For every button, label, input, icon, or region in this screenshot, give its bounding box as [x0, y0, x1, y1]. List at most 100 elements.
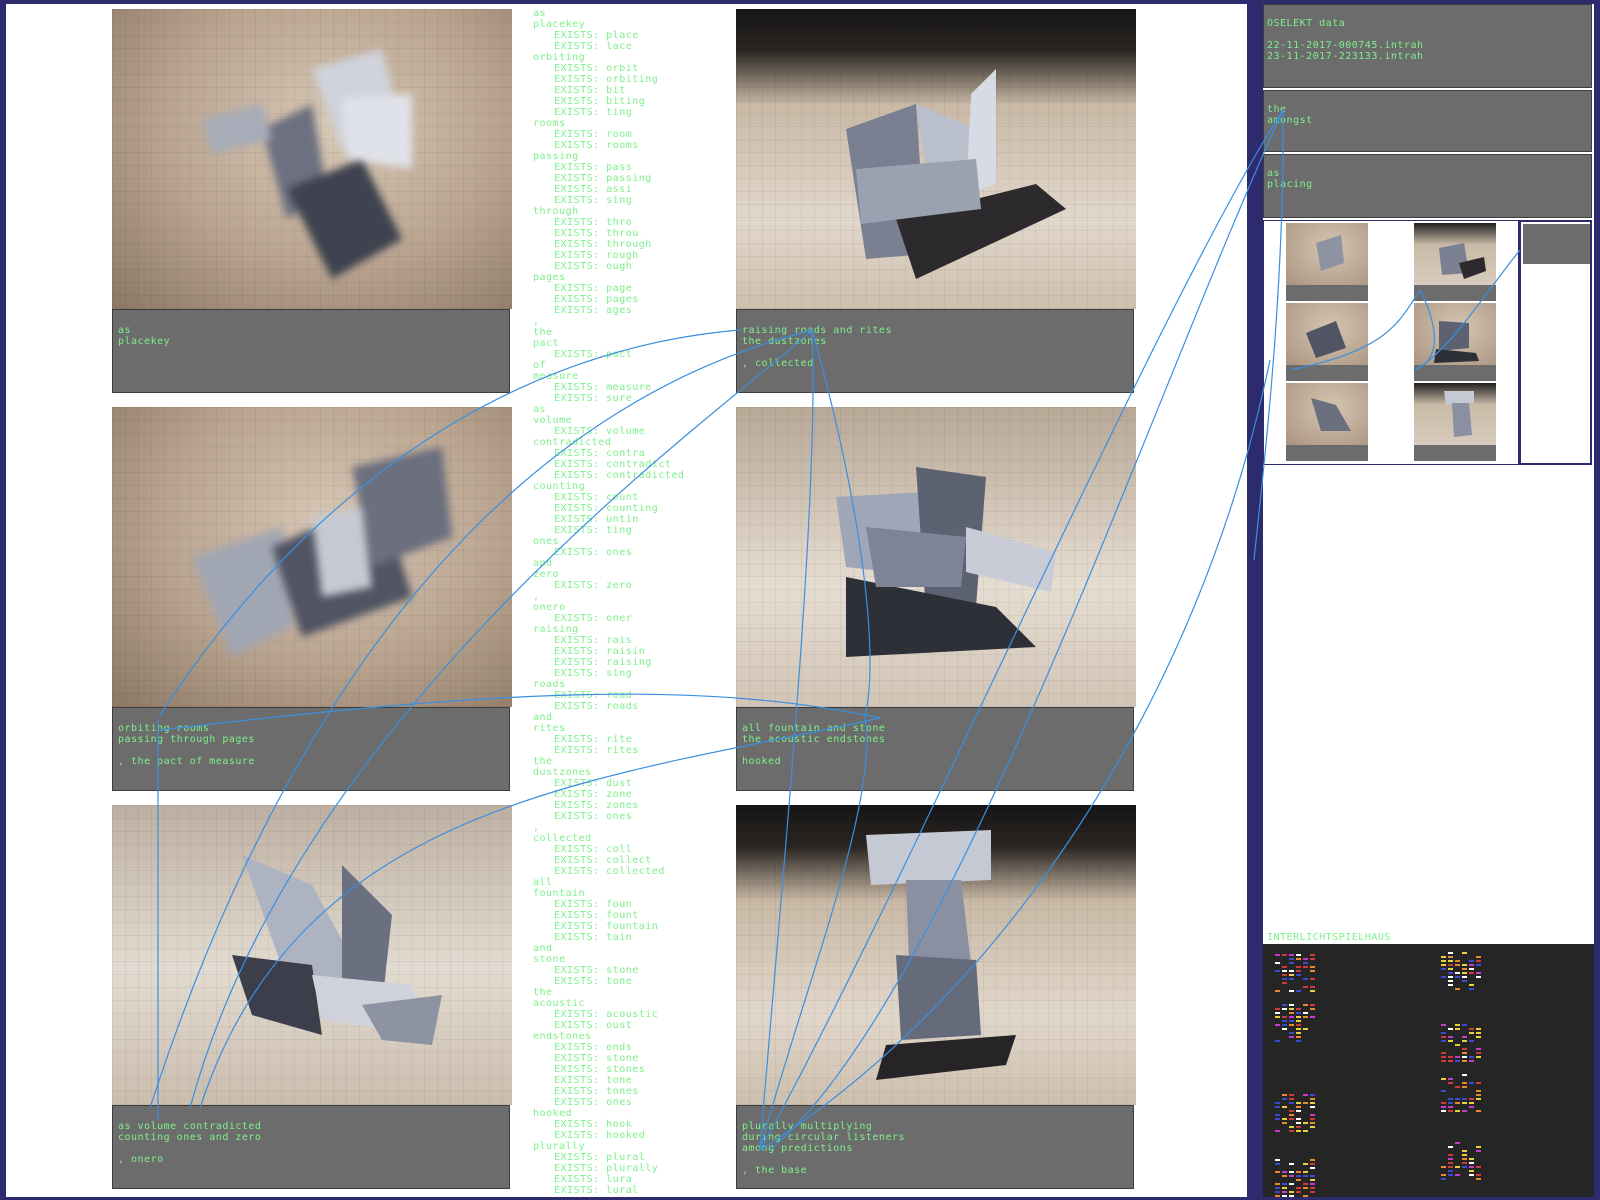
exists-entry: EXISTS: rais — [554, 635, 633, 646]
stats-mark — [1275, 990, 1280, 992]
thumbnail[interactable] — [1414, 223, 1496, 301]
stats-mark — [1310, 1163, 1315, 1165]
stats-mark — [1462, 980, 1467, 982]
stats-mark — [1441, 1024, 1446, 1026]
exists-entry: EXISTS: lura — [554, 1174, 633, 1185]
photo-card-2[interactable]: raising roads and rites the dustzones , … — [736, 9, 1136, 402]
stats-mark — [1476, 1048, 1481, 1050]
stats-mark — [1448, 1170, 1453, 1172]
photo-card-5[interactable]: as volume contradicted counting ones and… — [112, 805, 512, 1197]
thumbnail[interactable] — [1286, 383, 1368, 461]
photo-card-4[interactable]: all fountain and stone the acoustic ends… — [736, 407, 1136, 800]
exists-entry: EXISTS: pact — [554, 349, 633, 360]
stats-mark — [1448, 1040, 1453, 1042]
exists-entry: EXISTS: collected — [554, 866, 665, 877]
photo-card-6[interactable]: plurally multiplying during circular lis… — [736, 805, 1136, 1197]
exists-entry: EXISTS: thro — [554, 217, 633, 228]
date-entry[interactable]: 22-11-2017-000745.intrah — [1267, 40, 1424, 51]
stats-mark — [1441, 1110, 1446, 1112]
stats-mark — [1303, 1102, 1308, 1104]
photo-card-1[interactable]: as placekey — [112, 9, 512, 402]
stats-mark — [1289, 954, 1294, 956]
stats-mark — [1296, 1191, 1301, 1193]
stats-mark — [1469, 1162, 1474, 1164]
exists-entry: EXISTS: zone — [554, 789, 633, 800]
stats-mark — [1282, 1004, 1287, 1006]
select-box[interactable]: OSELEKT data 22-11-2017-000745.intrah 23… — [1263, 4, 1592, 88]
stats-mark — [1448, 1082, 1453, 1084]
thumbnail[interactable] — [1414, 303, 1496, 381]
stats-mark — [1275, 970, 1280, 972]
stats-mark — [1289, 1175, 1294, 1177]
stats-mark — [1476, 1052, 1481, 1054]
stats-mark — [1441, 1106, 1446, 1108]
stats-mark — [1441, 976, 1446, 978]
stats-mark — [1282, 974, 1287, 976]
stats-mark — [1289, 1191, 1294, 1193]
exists-entry: EXISTS: lural — [554, 1185, 639, 1196]
stats-mark — [1448, 976, 1453, 978]
thumbnail[interactable] — [1414, 383, 1496, 461]
stats-mark — [1282, 1106, 1287, 1108]
stats-mark — [1296, 1036, 1301, 1038]
word-entry: raising — [533, 624, 579, 635]
stats-mark — [1310, 1102, 1315, 1104]
stats-mark — [1448, 964, 1453, 966]
word-entry: and — [533, 558, 553, 569]
exists-entry: EXISTS: ends — [554, 1042, 633, 1053]
stats-mark — [1441, 964, 1446, 966]
stats-mark — [1441, 1102, 1446, 1104]
stats-mark — [1282, 1098, 1287, 1100]
stats-mark — [1448, 1174, 1453, 1176]
exists-entry: EXISTS: contradicted — [554, 470, 685, 481]
stats-mark — [1469, 1166, 1474, 1168]
stats-mark — [1282, 1094, 1287, 1096]
thumbnail[interactable] — [1286, 303, 1368, 381]
stats-mark — [1275, 1195, 1280, 1197]
thumbnail[interactable] — [1286, 223, 1368, 301]
stats-mark — [1441, 1036, 1446, 1038]
stats-mark — [1289, 970, 1294, 972]
word-entry: passing — [533, 151, 579, 162]
word-entry: collected — [533, 833, 592, 844]
stats-mark — [1310, 1183, 1315, 1185]
thumbnail-grid — [1263, 220, 1519, 465]
exists-entry: EXISTS: stones — [554, 1064, 646, 1075]
exists-entry: EXISTS: zero — [554, 580, 633, 591]
word-entry: the — [533, 327, 553, 338]
stats-mark — [1275, 1024, 1280, 1026]
stats-mark — [1289, 1020, 1294, 1022]
stats-mark — [1462, 952, 1467, 954]
exists-entry: EXISTS: tain — [554, 932, 633, 943]
stats-mark — [1303, 1171, 1308, 1173]
word-entry: placekey — [533, 19, 586, 30]
stats-mark — [1448, 1110, 1453, 1112]
exists-entry: EXISTS: rough — [554, 250, 639, 261]
stats-mark — [1289, 1110, 1294, 1112]
stats-mark — [1282, 1118, 1287, 1120]
exists-entry: EXISTS: raising — [554, 657, 652, 668]
exists-entry: EXISTS: pass — [554, 162, 633, 173]
stats-mark — [1296, 1106, 1301, 1108]
exists-entry: EXISTS: oner — [554, 613, 633, 624]
date-entry[interactable]: 23-11-2017-223133.intrah — [1267, 51, 1424, 62]
word-box: as placing — [1263, 154, 1592, 218]
stats-mark — [1469, 1106, 1474, 1108]
stats-mark — [1296, 1179, 1301, 1181]
select-title: OSELEKT data — [1267, 18, 1346, 29]
stats-mark — [1455, 1028, 1460, 1030]
stats-mark — [1476, 1150, 1481, 1152]
stats-mark — [1462, 1166, 1467, 1168]
word-entry: , — [533, 822, 540, 833]
exists-entry: EXISTS: road — [554, 690, 633, 701]
stats-mark — [1469, 1082, 1474, 1084]
stats-mark — [1289, 1126, 1294, 1128]
photo-card-3[interactable]: orbiting rooms passing through pages , t… — [112, 407, 512, 800]
stats-mark — [1296, 974, 1301, 976]
stats-mark — [1448, 984, 1453, 986]
stats-mark — [1469, 960, 1474, 962]
stats-mark — [1441, 960, 1446, 962]
stats-mark — [1310, 1122, 1315, 1124]
stats-mark — [1303, 986, 1308, 988]
stats-mark — [1303, 1163, 1308, 1165]
